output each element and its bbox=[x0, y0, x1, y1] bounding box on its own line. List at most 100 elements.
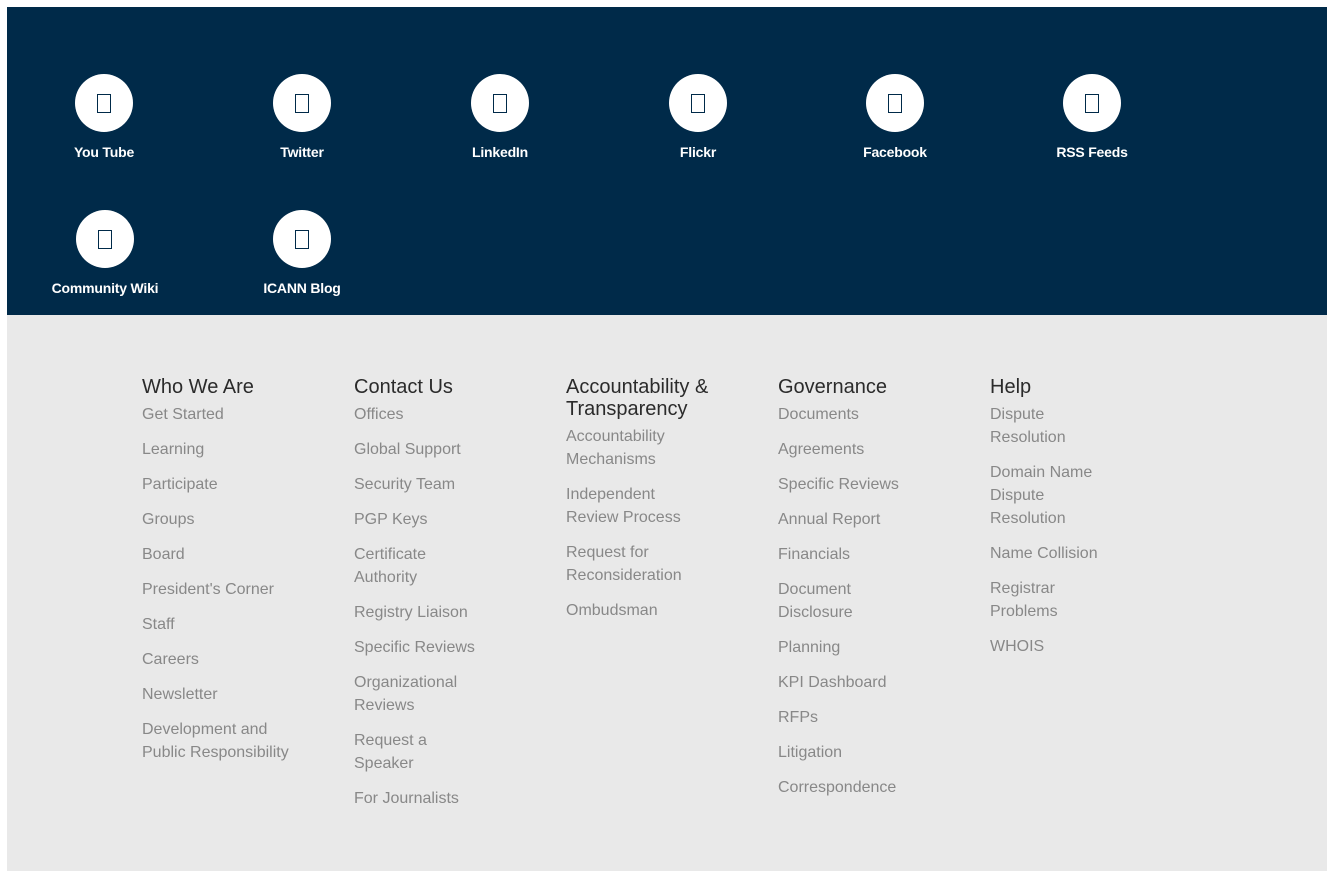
list-item: Groups bbox=[142, 508, 337, 531]
wiki-icon bbox=[76, 210, 134, 268]
footer-link[interactable]: Offices bbox=[354, 406, 404, 423]
footer-link[interactable]: PGP Keys bbox=[354, 511, 428, 528]
list-item: Specific Reviews bbox=[354, 636, 549, 659]
footer-link[interactable]: Financials bbox=[778, 546, 850, 563]
footer-link[interactable]: Newsletter bbox=[142, 686, 218, 703]
footer-link[interactable]: Board bbox=[142, 546, 185, 563]
social-link-rss[interactable]: RSS Feeds bbox=[1022, 74, 1162, 160]
footer-link[interactable]: Independent Review Process bbox=[566, 486, 681, 526]
list-item: Agreements bbox=[778, 438, 973, 461]
footer-link[interactable]: Accountability Mechanisms bbox=[566, 428, 665, 468]
link-list: Documents Agreements Specific Reviews An… bbox=[778, 403, 973, 799]
list-item: Annual Report bbox=[778, 508, 973, 531]
social-link-twitter[interactable]: Twitter bbox=[232, 74, 372, 160]
social-label: Twitter bbox=[280, 144, 324, 160]
footer-link[interactable]: Litigation bbox=[778, 744, 842, 761]
footer-link[interactable]: For Journalists bbox=[354, 790, 459, 807]
social-link-linkedin[interactable]: LinkedIn bbox=[430, 74, 570, 160]
footer-link[interactable]: Staff bbox=[142, 616, 175, 633]
footer-link[interactable]: KPI Dashboard bbox=[778, 674, 887, 691]
link-list: Offices Global Support Security Team PGP… bbox=[354, 403, 549, 810]
social-link-community-wiki[interactable]: Community Wiki bbox=[35, 210, 175, 296]
list-item: For Journalists bbox=[354, 787, 549, 810]
footer-link[interactable]: WHOIS bbox=[990, 638, 1044, 655]
footer-link[interactable]: Get Started bbox=[142, 406, 224, 423]
list-item: Development and Public Responsibility bbox=[142, 718, 302, 764]
footer-column-accountability: Accountability & Transparency Accountabi… bbox=[566, 376, 761, 634]
list-item: Certificate Authority bbox=[354, 543, 464, 589]
list-item: Newsletter bbox=[142, 683, 337, 706]
flickr-icon bbox=[669, 74, 727, 132]
page: You Tube Twitter LinkedIn Flickr Faceboo… bbox=[0, 0, 1327, 871]
footer-link[interactable]: President's Corner bbox=[142, 581, 274, 598]
footer-link[interactable]: Certificate Authority bbox=[354, 546, 426, 586]
footer-link[interactable]: Request for Reconsideration bbox=[566, 544, 682, 584]
footer-link[interactable]: Development and Public Responsibility bbox=[142, 721, 289, 761]
footer-link[interactable]: Careers bbox=[142, 651, 199, 668]
youtube-icon bbox=[75, 74, 133, 132]
rss-icon bbox=[1063, 74, 1121, 132]
social-link-icann-blog[interactable]: ICANN Blog bbox=[232, 210, 372, 296]
footer-link[interactable]: Request a Speaker bbox=[354, 732, 427, 772]
link-list: Get Started Learning Participate Groups … bbox=[142, 403, 337, 764]
footer-link[interactable]: Dispute Resolution bbox=[990, 406, 1066, 446]
footer-link[interactable]: Global Support bbox=[354, 441, 461, 458]
footer-column-contact-us: Contact Us Offices Global Support Securi… bbox=[354, 376, 549, 822]
footer-link[interactable]: Specific Reviews bbox=[778, 476, 899, 493]
list-item: Request for Reconsideration bbox=[566, 541, 706, 587]
footer-link[interactable]: Documents bbox=[778, 406, 859, 423]
list-item: Ombudsman bbox=[566, 599, 761, 622]
list-item: Staff bbox=[142, 613, 337, 636]
social-link-youtube[interactable]: You Tube bbox=[34, 74, 174, 160]
list-item: Correspondence bbox=[778, 776, 973, 799]
column-heading: Help bbox=[990, 376, 1032, 398]
link-list: Accountability Mechanisms Independent Re… bbox=[566, 425, 761, 622]
footer-link[interactable]: Learning bbox=[142, 441, 204, 458]
footer-link[interactable]: Domain Name Dispute Resolution bbox=[990, 464, 1092, 527]
footer-column-who-we-are: Who We Are Get Started Learning Particip… bbox=[142, 376, 337, 776]
blog-icon bbox=[273, 210, 331, 268]
social-label: Flickr bbox=[679, 144, 717, 160]
list-item: Global Support bbox=[354, 438, 549, 461]
list-item: Registrar Problems bbox=[990, 577, 1080, 623]
footer-link[interactable]: Name Collision bbox=[990, 545, 1098, 562]
list-item: Financials bbox=[778, 543, 973, 566]
facebook-icon bbox=[866, 74, 924, 132]
footer-link[interactable]: Groups bbox=[142, 511, 194, 528]
footer-link[interactable]: Security Team bbox=[354, 476, 455, 493]
list-item: Planning bbox=[778, 636, 973, 659]
linkedin-icon bbox=[471, 74, 529, 132]
social-label: Community Wiki bbox=[51, 280, 159, 296]
footer-link[interactable]: Specific Reviews bbox=[354, 639, 475, 656]
list-item: Document Disclosure bbox=[778, 578, 878, 624]
footer-link[interactable]: Agreements bbox=[778, 441, 864, 458]
footer-link[interactable]: Correspondence bbox=[778, 779, 896, 796]
list-item: WHOIS bbox=[990, 635, 1185, 658]
social-label: Facebook bbox=[863, 144, 927, 160]
footer-link[interactable]: Annual Report bbox=[778, 511, 880, 528]
list-item: Independent Review Process bbox=[566, 483, 706, 529]
list-item: Organizational Reviews bbox=[354, 671, 484, 717]
footer-link[interactable]: RFPs bbox=[778, 709, 818, 726]
footer-link[interactable]: Registry Liaison bbox=[354, 604, 468, 621]
list-item: PGP Keys bbox=[354, 508, 549, 531]
social-links-section: You Tube Twitter LinkedIn Flickr Faceboo… bbox=[7, 7, 1327, 315]
column-heading: Accountability & Transparency bbox=[566, 376, 709, 420]
footer-link[interactable]: Registrar Problems bbox=[990, 580, 1058, 620]
social-label: RSS Feeds bbox=[1056, 144, 1128, 160]
footer-link[interactable]: Document Disclosure bbox=[778, 581, 853, 621]
column-heading: Governance bbox=[778, 376, 887, 398]
footer-link[interactable]: Organizational Reviews bbox=[354, 674, 457, 714]
social-label: You Tube bbox=[73, 144, 135, 160]
footer-link[interactable]: Ombudsman bbox=[566, 602, 658, 619]
footer-link[interactable]: Participate bbox=[142, 476, 218, 493]
list-item: Registry Liaison bbox=[354, 601, 549, 624]
list-item: Board bbox=[142, 543, 337, 566]
list-item: Name Collision bbox=[990, 542, 1185, 565]
footer-column-governance: Governance Documents Agreements Specific… bbox=[778, 376, 973, 811]
footer-link[interactable]: Planning bbox=[778, 639, 840, 656]
list-item: Accountability Mechanisms bbox=[566, 425, 696, 471]
social-link-facebook[interactable]: Facebook bbox=[825, 74, 965, 160]
list-item: Litigation bbox=[778, 741, 973, 764]
social-link-flickr[interactable]: Flickr bbox=[628, 74, 768, 160]
